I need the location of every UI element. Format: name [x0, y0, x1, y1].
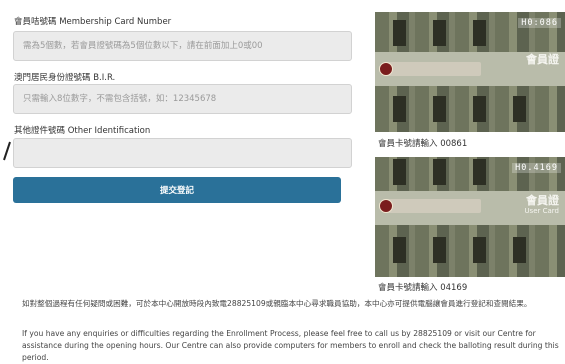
card-number-1: H0:086 [518, 18, 561, 28]
card-caption-2: 會員卡號請輸入 04169 [378, 283, 468, 293]
card-number-2: H0.4169 [512, 163, 561, 173]
other-id-input[interactable] [13, 138, 352, 168]
note-english: If you have any enquiries or difficultie… [22, 329, 559, 362]
other-id-label: 其他證件號碼 Other Identification [14, 126, 151, 136]
membership-card-label: 會員咭號碼 Membership Card Number [14, 17, 172, 27]
note-chinese: 如對整個過程有任何疑問或困難，可於本中心開放時段內致電28825109或親臨本中… [22, 299, 532, 308]
membership-card-image-2: H0.4169 會員證 User Card [375, 157, 565, 277]
card-caption-1: 會員卡號請輸入 00861 [378, 139, 468, 149]
seal-icon [379, 62, 393, 76]
submit-registration-button[interactable]: 提交登記 [13, 177, 341, 203]
card-tag-1: 會員證 [526, 53, 559, 66]
seal-icon [379, 199, 393, 213]
card-tag-2: 會員證 User Card [524, 194, 559, 215]
membership-card-image-1: H0:086 會員證 [375, 12, 565, 132]
decorative-stroke [3, 141, 11, 161]
bir-input[interactable] [13, 84, 352, 114]
bir-label: 澳門居民身份證號碼 B.I.R. [14, 73, 116, 83]
membership-card-input[interactable] [13, 31, 352, 61]
